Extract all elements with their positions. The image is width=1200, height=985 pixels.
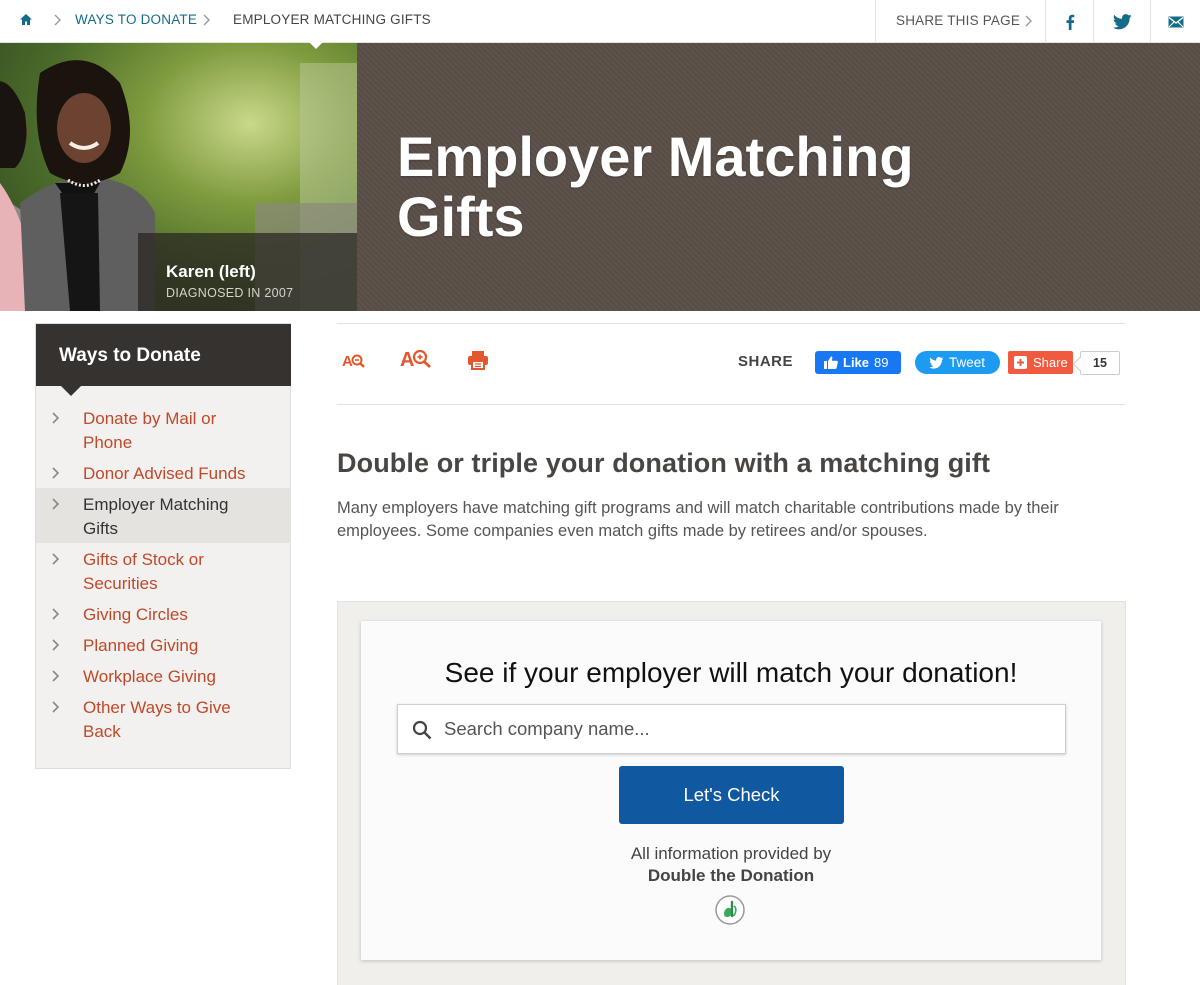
twitter-icon xyxy=(929,356,944,369)
photo-caption: Karen (left) DIAGNOSED IN 2007 xyxy=(138,233,357,311)
section-heading: Double or triple your donation with a ma… xyxy=(337,448,991,478)
chevron-right-icon xyxy=(52,467,60,479)
sidebar-header-notch xyxy=(60,385,82,396)
caption-name: Karen (left) xyxy=(166,262,256,281)
sidebar-item-label: Other Ways to Give Back xyxy=(83,698,231,741)
svg-text:A: A xyxy=(342,353,353,369)
sidebar-item-employer-matching-gifts[interactable]: Employer Matching Gifts xyxy=(36,488,291,543)
double-the-donation-logo-icon[interactable] xyxy=(714,894,746,926)
thumbs-up-icon xyxy=(824,356,838,369)
chevron-right-icon xyxy=(52,498,60,510)
twitter-share-button[interactable] xyxy=(1094,0,1151,43)
caption-subtitle: DIAGNOSED IN 2007 xyxy=(166,286,294,300)
sidebar-item-label: Workplace Giving xyxy=(83,667,216,686)
search-icon xyxy=(412,720,432,740)
sidebar-item-label: Giving Circles xyxy=(83,605,188,624)
sidebar-item-donate-by-mail[interactable]: Donate by Mail or Phone xyxy=(36,406,291,460)
tweet-label: Tweet xyxy=(949,355,986,370)
sidebar-item-label: Donor Advised Funds xyxy=(83,464,246,483)
increase-text-size-icon[interactable]: A xyxy=(400,347,432,369)
sidebar-item-label: Employer Matching Gifts xyxy=(83,495,229,538)
provider-name: Double the Donation xyxy=(647,866,815,885)
facebook-like-button[interactable]: Like 89 xyxy=(815,351,901,374)
sidebar-item-planned-giving[interactable]: Planned Giving xyxy=(36,633,291,663)
provider-info-text: All information provided by xyxy=(630,844,832,863)
page-title: Employer Matching Gifts xyxy=(397,125,914,248)
sidebar-item-label: Planned Giving xyxy=(83,636,199,655)
share-button[interactable]: Share xyxy=(1008,351,1073,374)
intro-paragraph: Many employers have matching gift progra… xyxy=(337,499,1059,540)
sidebar: Ways to Donate Donate by Mail or Phone D… xyxy=(35,323,291,769)
sidebar-item-gifts-of-stock[interactable]: Gifts of Stock or Securities xyxy=(36,547,291,601)
sidebar-item-workplace-giving[interactable]: Workplace Giving xyxy=(36,664,291,694)
lets-check-button[interactable]: Let's Check xyxy=(619,766,844,824)
share-button-label: Share xyxy=(1033,355,1068,370)
svg-text:A: A xyxy=(400,349,414,369)
chevron-right-icon xyxy=(52,639,60,651)
email-icon xyxy=(1168,16,1183,27)
chevron-right-icon xyxy=(54,14,61,26)
chevron-right-icon xyxy=(1025,15,1032,27)
sidebar-item-giving-circles[interactable]: Giving Circles xyxy=(36,602,291,632)
company-search-input[interactable] xyxy=(444,705,1054,753)
plus-icon xyxy=(1014,356,1027,369)
sidebar-item-donor-advised-funds[interactable]: Donor Advised Funds xyxy=(36,461,291,491)
chevron-right-icon xyxy=(52,670,60,682)
sidebar-item-label: Donate by Mail or Phone xyxy=(83,409,217,452)
sidebar-header: Ways to Donate xyxy=(36,324,291,386)
chevron-right-icon xyxy=(203,14,210,26)
matching-gift-widget: See if your employer will match your don… xyxy=(361,621,1101,960)
breadcrumb-notch xyxy=(308,41,324,49)
decrease-text-size-icon[interactable]: A xyxy=(342,351,366,369)
facebook-icon xyxy=(1066,14,1074,30)
hero-banner: Karen (left) DIAGNOSED IN 2007 Employer … xyxy=(0,43,1200,311)
email-share-button[interactable] xyxy=(1151,0,1200,43)
breadcrumb-ways-to-donate[interactable]: WAYS TO DONATE xyxy=(75,12,197,27)
share-label: SHARE xyxy=(738,353,794,370)
facebook-share-button[interactable] xyxy=(1046,0,1094,43)
chevron-right-icon xyxy=(52,553,60,565)
divider xyxy=(337,404,1126,405)
chevron-right-icon xyxy=(52,608,60,620)
tweet-button[interactable]: Tweet xyxy=(915,351,1000,374)
sidebar-title: Ways to Donate xyxy=(59,345,201,366)
divider xyxy=(337,323,1126,324)
facebook-like-label: Like xyxy=(843,355,870,370)
share-this-page-label: SHARE THIS PAGE xyxy=(896,13,1021,28)
sidebar-item-other-ways[interactable]: Other Ways to Give Back xyxy=(36,695,291,749)
sidebar-item-label: Gifts of Stock or Securities xyxy=(83,550,204,593)
top-bar: WAYS TO DONATE EMPLOYER MATCHING GIFTS S… xyxy=(0,0,1200,43)
chevron-right-icon xyxy=(52,412,60,424)
breadcrumb-current: EMPLOYER MATCHING GIFTS xyxy=(233,12,431,27)
twitter-icon xyxy=(1112,13,1132,29)
print-icon[interactable] xyxy=(467,350,489,370)
widget-title: See if your employer will match your don… xyxy=(444,657,1018,688)
share-this-page[interactable]: SHARE THIS PAGE xyxy=(875,0,1046,43)
home-icon[interactable] xyxy=(17,11,35,29)
company-search-box[interactable] xyxy=(397,704,1066,754)
share-count: 15 xyxy=(1080,351,1120,375)
chevron-right-icon xyxy=(52,701,60,713)
facebook-like-count: 89 xyxy=(874,355,889,370)
